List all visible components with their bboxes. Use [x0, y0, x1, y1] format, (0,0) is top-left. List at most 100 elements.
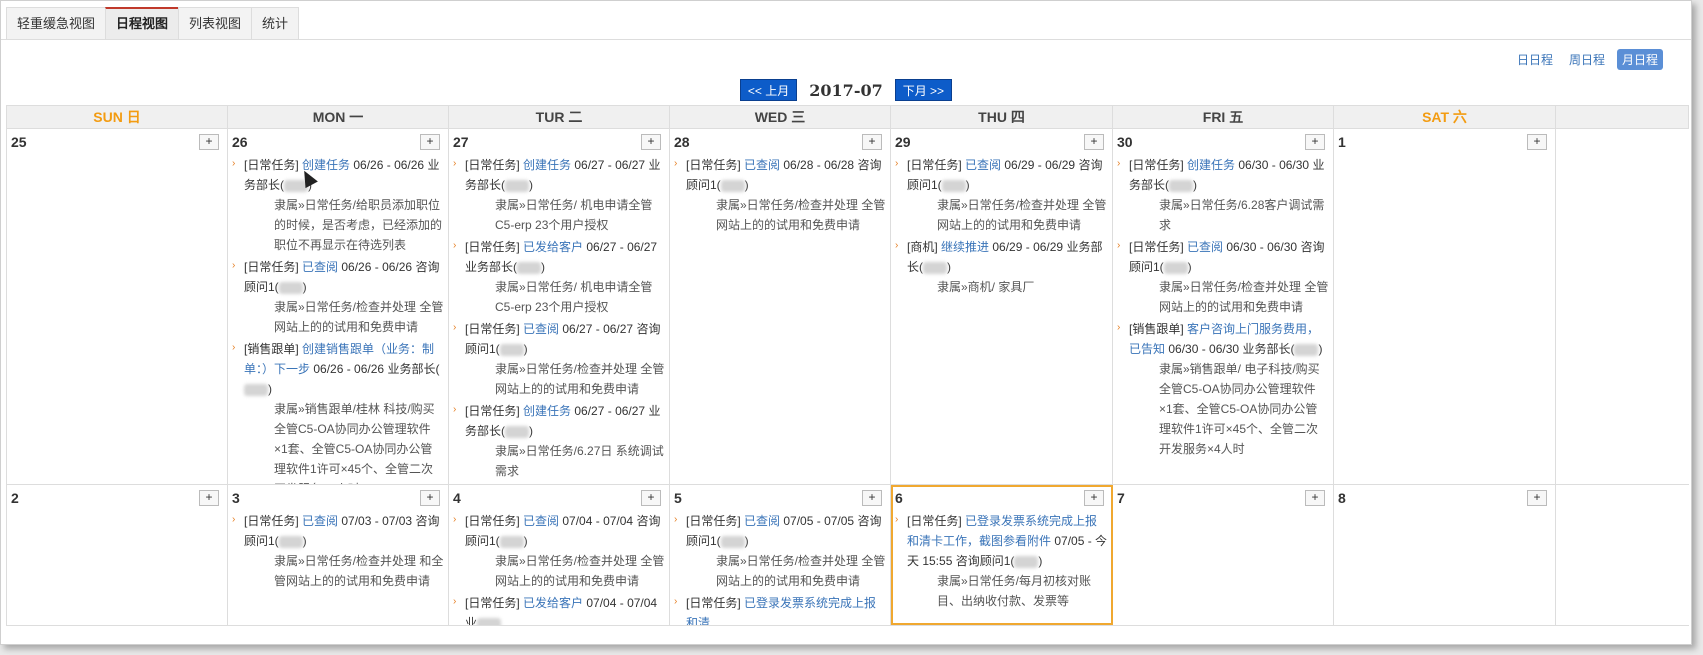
- calendar-event: › [日常任务] 已发给客户 07/04 - 07/04 业: [453, 593, 665, 625]
- add-event-button[interactable]: +: [862, 134, 882, 150]
- week-row: 2 +3 + › [日常任务] 已查阅 07/03 - 07/03 咨询顾问1() 隶属»…: [6, 485, 1689, 626]
- event-title-link[interactable]: 已查阅: [1187, 240, 1223, 254]
- day-cell[interactable]: 5 + › [日常任务] 已查阅 07/05 - 07/05 咨询顾问1() 隶属»日常…: [670, 485, 891, 625]
- weekday-header-6: SAT 六: [1334, 106, 1556, 128]
- day-cell[interactable]: 25 +: [7, 129, 228, 484]
- event-assignee: 咨询顾问1(: [955, 554, 1015, 568]
- day-cell[interactable]: 8 +: [1334, 485, 1556, 625]
- bullet-icon: ›: [674, 158, 678, 169]
- redacted-name: [499, 535, 524, 548]
- event-parent: 隶属»日常任务/检查并处理 全管网站上的的试用和免费申请: [1159, 280, 1329, 314]
- redacted-name: [499, 343, 524, 356]
- day-cell[interactable]: 4 + › [日常任务] 已查阅 07/04 - 07/04 咨询顾问1() 隶属»日常…: [449, 485, 670, 625]
- event-tag: [销售跟单]: [1129, 322, 1184, 336]
- day-number: 1: [1338, 134, 1346, 150]
- day-cell[interactable]: 27 + › [日常任务] 创建任务 06/27 - 06/27 业务部长() 隶属»日…: [449, 129, 670, 484]
- redacted-name: [1294, 343, 1319, 356]
- calendar-event: › [日常任务] 已查阅 07/05 - 07/05 咨询顾问1() 隶属»日常任务…: [674, 511, 886, 591]
- event-date: 06/27 - 06/27: [586, 240, 658, 254]
- day-cell[interactable]: 30 + › [日常任务] 创建任务 06/30 - 06/30 业务部长() 隶属»日…: [1113, 129, 1334, 484]
- calendar-event: › [销售跟单] 客户咨询上门服务费用，已告知 06/30 - 06/30 业务部…: [1117, 319, 1329, 459]
- redacted-name: [517, 261, 541, 274]
- current-month: 2017-07: [809, 80, 883, 100]
- event-title-link[interactable]: 已查阅: [523, 322, 559, 336]
- day-view-link[interactable]: 日日程: [1513, 49, 1557, 70]
- event-title-link[interactable]: 已查阅: [302, 514, 338, 528]
- weekday-header-5: FRI 五: [1113, 106, 1334, 128]
- day-cell[interactable]: 26 + › [日常任务] 创建任务 06/26 - 06/26 业务部长() 隶属»日…: [228, 129, 449, 484]
- day-cell[interactable]: 2 +: [7, 485, 228, 625]
- add-event-button[interactable]: +: [1084, 134, 1104, 150]
- tab-schedule-view[interactable]: 日程视图: [105, 7, 180, 39]
- event-assignee: 业务部长(: [465, 260, 517, 274]
- prev-month-button[interactable]: << 上月: [739, 79, 798, 101]
- event-title-link[interactable]: 已查阅: [744, 514, 780, 528]
- day-number: 28: [674, 134, 690, 150]
- add-event-button[interactable]: +: [1527, 134, 1547, 150]
- bullet-icon: ›: [1117, 158, 1121, 169]
- add-event-button[interactable]: +: [1084, 490, 1104, 506]
- add-event-button[interactable]: +: [199, 134, 219, 150]
- day-cell[interactable]: 7 +: [1113, 485, 1334, 625]
- redacted-name: [505, 425, 529, 438]
- bullet-icon: ›: [453, 596, 457, 607]
- tab-list-view[interactable]: 列表视图: [178, 7, 253, 39]
- next-month-button[interactable]: 下月 >>: [894, 79, 953, 101]
- bullet-icon: ›: [453, 514, 457, 525]
- bullet-icon: ›: [1117, 240, 1121, 251]
- bullet-icon: ›: [232, 158, 236, 169]
- event-title-link[interactable]: 创建任务: [1187, 158, 1235, 172]
- calendar-event: › [日常任务] 已发给客户 06/27 - 06/27 业务部长() 隶属»日常任…: [453, 237, 665, 317]
- add-event-button[interactable]: +: [420, 490, 440, 506]
- month-view-link[interactable]: 月日程: [1616, 49, 1663, 70]
- event-title-link[interactable]: 已发给客户: [523, 240, 583, 254]
- app-frame: 轻重缓急视图 日程视图 列表视图 统计 日日程 周日程 月日程 << 上月 20…: [0, 0, 1692, 645]
- event-title-link[interactable]: 已发给客户: [523, 596, 583, 610]
- tab-priority-view[interactable]: 轻重缓急视图: [6, 7, 107, 39]
- event-date: 07/04 - 07/04: [562, 514, 634, 528]
- day-cell[interactable]: 3 + › [日常任务] 已查阅 07/03 - 07/03 咨询顾问1() 隶属»日常…: [228, 485, 449, 625]
- weekday-header-4: THU 四: [891, 106, 1113, 128]
- view-tabs: 轻重缓急视图 日程视图 列表视图 统计: [6, 7, 300, 39]
- day-number: 30: [1117, 134, 1133, 150]
- day-cell[interactable]: 29 + › [日常任务] 已查阅 06/29 - 06/29 咨询顾问1() 隶属»日…: [891, 129, 1113, 484]
- day-cell[interactable]: 28 + › [日常任务] 已查阅 06/28 - 06/28 咨询顾问1() 隶属»日…: [670, 129, 891, 484]
- bullet-icon: ›: [674, 596, 678, 607]
- event-title-link[interactable]: 已查阅: [302, 260, 338, 274]
- week-view-link[interactable]: 周日程: [1565, 49, 1609, 70]
- day-cell-today[interactable]: 6 + › [日常任务] 已登录发票系统完成上报和清卡工作，截图参看附件 07/05 …: [891, 485, 1113, 625]
- bullet-icon: ›: [232, 342, 236, 353]
- event-tag: [商机]: [907, 240, 938, 254]
- day-number: 29: [895, 134, 911, 150]
- add-event-button[interactable]: +: [1527, 490, 1547, 506]
- add-event-button[interactable]: +: [862, 490, 882, 506]
- calendar-event: › [日常任务] 已查阅 06/28 - 06/28 咨询顾问1() 隶属»日常任务…: [674, 155, 886, 235]
- tab-statistics[interactable]: 统计: [251, 7, 300, 39]
- day-cell[interactable]: 1 +: [1334, 129, 1556, 484]
- add-event-button[interactable]: +: [1305, 134, 1325, 150]
- event-title-link[interactable]: 已查阅: [744, 158, 780, 172]
- add-event-button[interactable]: +: [641, 490, 661, 506]
- event-parent: 隶属»日常任务/6.28客户调试需求: [1159, 198, 1325, 232]
- add-event-button[interactable]: +: [420, 134, 440, 150]
- event-tag: [日常任务]: [465, 158, 520, 172]
- event-title-link[interactable]: 继续推进: [941, 240, 989, 254]
- event-tag: [日常任务]: [244, 514, 299, 528]
- event-title-link[interactable]: 创建任务: [523, 404, 571, 418]
- event-title-link[interactable]: 已查阅: [965, 158, 1001, 172]
- add-event-button[interactable]: +: [1305, 490, 1325, 506]
- event-title-link[interactable]: 已查阅: [523, 514, 559, 528]
- bullet-icon: ›: [453, 158, 457, 169]
- event-date: 06/28 - 06/28: [783, 158, 855, 172]
- redacted-name: [1169, 179, 1193, 192]
- add-event-button[interactable]: +: [199, 490, 219, 506]
- day-number: 5: [674, 490, 682, 506]
- weekday-header-2: TUR 二: [449, 106, 670, 128]
- event-date: 06/30 - 06/30: [1168, 342, 1240, 356]
- event-summary: [日常任务] 已登录发票系统完成上报和清卡工作，截图参看附件 07/05 - 今…: [907, 514, 1108, 568]
- add-event-button[interactable]: +: [641, 134, 661, 150]
- event-title-link[interactable]: 创建任务: [523, 158, 571, 172]
- calendar-event: › [日常任务] 创建任务 06/26 - 06/26 业务部长() 隶属»日常任务…: [232, 155, 444, 255]
- event-summary: [商机] 继续推进 06/29 - 06/29 业务部长(): [907, 240, 1103, 274]
- redacted-name: [505, 179, 529, 192]
